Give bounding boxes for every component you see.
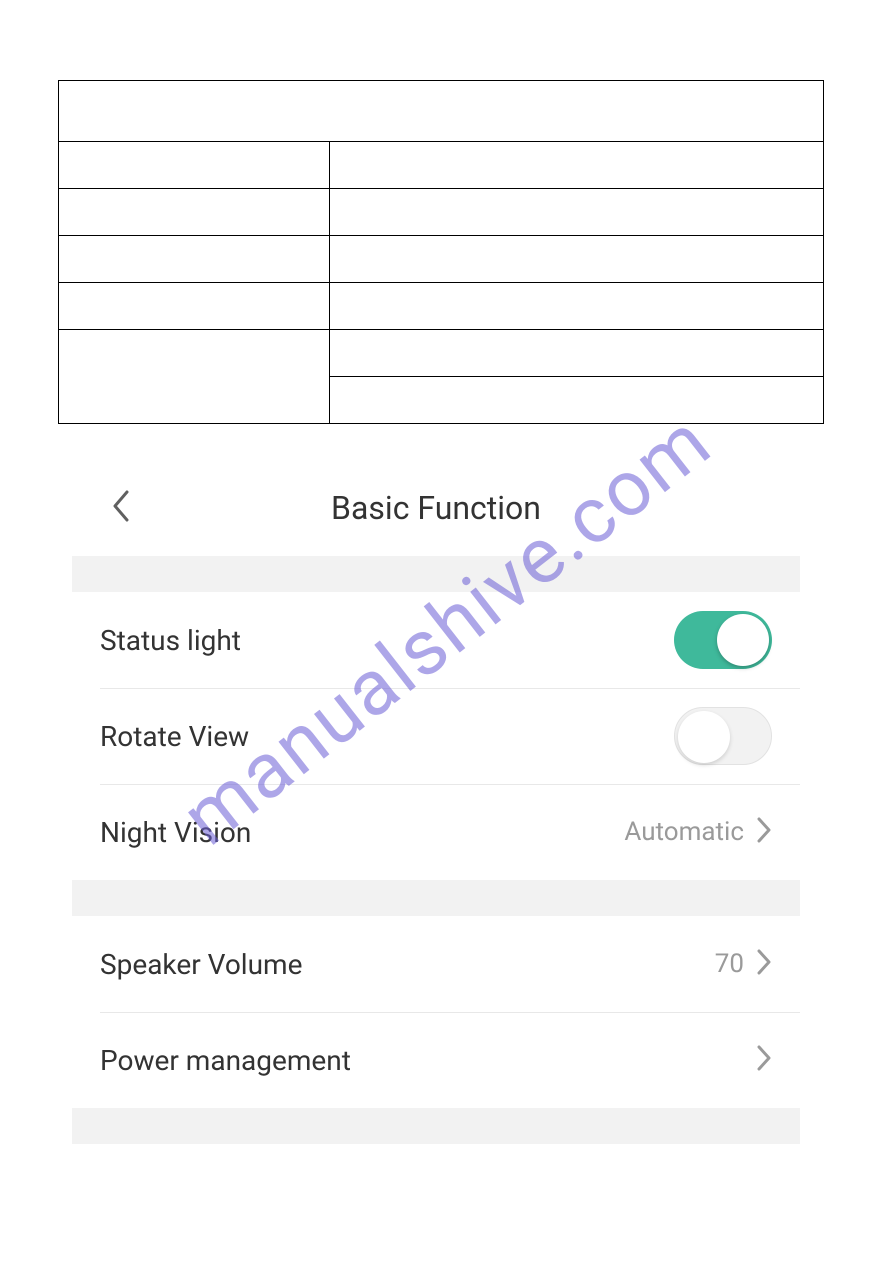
chevron-right-icon [756, 816, 772, 848]
night-vision-value: Automatic [624, 817, 744, 847]
section-separator [72, 880, 800, 916]
back-button[interactable] [100, 488, 140, 528]
rotate-view-toggle[interactable] [674, 707, 772, 765]
toggle-knob [678, 711, 730, 763]
panel-header: Basic Function [72, 460, 800, 556]
row-power-management[interactable]: Power management [72, 1012, 800, 1108]
row-label: Night Vision [100, 816, 251, 849]
chevron-right-icon [756, 1044, 772, 1076]
page-title: Basic Function [331, 489, 541, 527]
section-separator [72, 556, 800, 592]
row-label: Status light [100, 624, 241, 657]
blank-table [58, 80, 824, 424]
status-light-toggle[interactable] [674, 611, 772, 669]
chevron-right-icon [756, 948, 772, 980]
settings-panel: Basic Function Status light Rotate View … [72, 460, 800, 1144]
row-rotate-view[interactable]: Rotate View [72, 688, 800, 784]
section-separator [72, 1108, 800, 1144]
row-night-vision[interactable]: Night Vision Automatic [72, 784, 800, 880]
row-label: Speaker Volume [100, 948, 302, 981]
toggle-knob [717, 614, 769, 666]
chevron-left-icon [109, 488, 131, 528]
row-label: Power management [100, 1044, 351, 1077]
row-label: Rotate View [100, 720, 249, 753]
row-status-light[interactable]: Status light [72, 592, 800, 688]
row-speaker-volume[interactable]: Speaker Volume 70 [72, 916, 800, 1012]
speaker-volume-value: 70 [715, 949, 744, 979]
